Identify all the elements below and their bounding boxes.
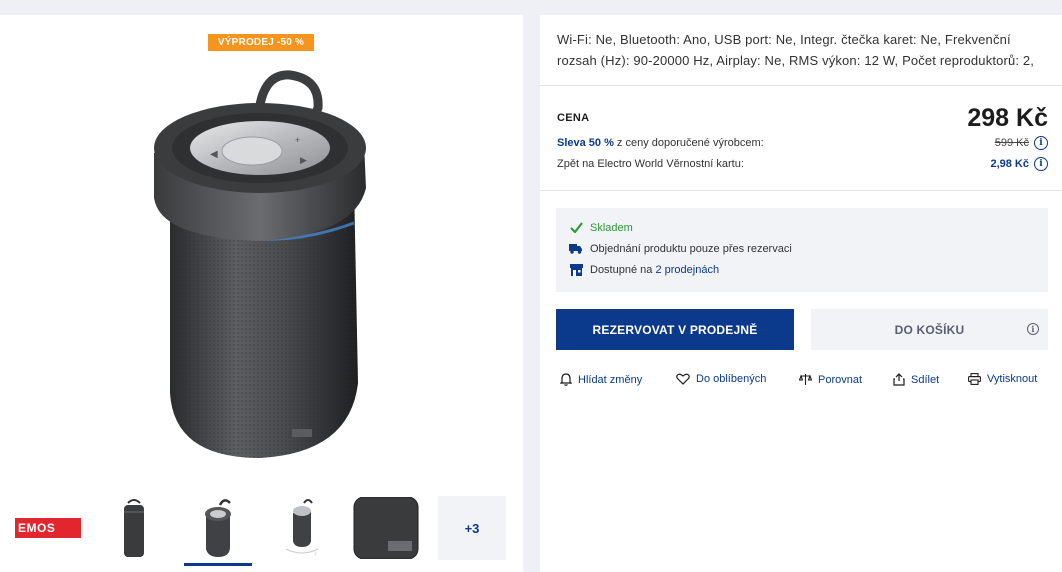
info-icon[interactable]: i: [1027, 323, 1039, 335]
reserve-in-store-button[interactable]: REZERVOVAT V PRODEJNĚ: [556, 309, 794, 350]
share-icon: [893, 373, 905, 386]
stock-status: Skladem: [556, 217, 1048, 238]
info-icon[interactable]: i: [1034, 157, 1048, 171]
price-label: CENA: [557, 112, 590, 124]
favorites-label: Do oblíbených: [696, 373, 767, 385]
watch-changes-button[interactable]: Hlídat změny: [560, 373, 642, 386]
sale-badge: VÝPRODEJ -50 %: [208, 34, 314, 51]
add-to-cart-label: DO KOŠÍKU: [894, 322, 965, 337]
thumbnail-speaker-angle[interactable]: [184, 496, 252, 566]
checkmark-icon: [568, 221, 584, 235]
svg-text:+: +: [295, 135, 300, 145]
stores-prefix: Dostupné na: [590, 263, 653, 276]
loyalty-label: Zpět na Electro World Věrnostní kartu:: [557, 158, 744, 170]
compare-button[interactable]: Porovnat: [799, 373, 862, 386]
reservation-note: Objednání produktu pouze přes rezervaci: [556, 238, 1048, 259]
product-info-panel: Wi-Fi: Ne, Bluetooth: Ano, USB port: Ne,…: [540, 15, 1062, 572]
product-gallery: VÝPRODEJ -50 % ◀ + ▶ EMOS ♪ +3: [0, 15, 523, 572]
svg-text:◀: ◀: [210, 149, 218, 160]
discount-row: Sleva 50 % z ceny doporučené výrobcem:: [557, 137, 764, 149]
discount-text: z ceny doporučené výrobcem:: [613, 137, 764, 149]
discount-highlight: Sleva 50 %: [557, 137, 614, 149]
store-icon: [568, 263, 584, 277]
divider: [540, 190, 1062, 191]
stores-link[interactable]: 2 prodejnách: [655, 264, 719, 276]
store-availability: Dostupné na 2 prodejnách: [556, 259, 1048, 280]
bell-icon: [560, 373, 572, 386]
watch-changes-label: Hlídat změny: [578, 373, 643, 386]
add-to-favorites-button[interactable]: Do oblíbených: [676, 373, 766, 385]
availability-box: Skladem Objednání produktu pouze přes re…: [556, 208, 1048, 292]
divider: [540, 85, 1062, 86]
add-to-cart-button[interactable]: DO KOŠÍKU i: [811, 309, 1048, 350]
compare-icon: [799, 374, 812, 385]
info-icon[interactable]: i: [1034, 136, 1048, 150]
printer-icon: [968, 373, 981, 385]
reservation-text: Objednání produktu pouze přes rezervaci: [590, 242, 792, 255]
print-button[interactable]: Vytisknout: [968, 373, 1037, 385]
svg-text:▶: ▶: [300, 155, 307, 165]
thumbnail-speaker-front[interactable]: [100, 496, 168, 560]
svg-text:♪: ♪: [314, 551, 317, 557]
share-button[interactable]: Sdílet: [893, 373, 939, 386]
thumbnail-speaker-sound[interactable]: ♪: [268, 496, 336, 560]
compare-label: Porovnat: [818, 373, 863, 386]
original-price: 599 Kč: [994, 137, 1029, 149]
price-value: 298 Kč: [967, 104, 1048, 132]
product-actions: Hlídat změny Do oblíbených Porovnat Sdíl…: [560, 373, 1050, 393]
loyalty-value: 2,98 Kč: [990, 158, 1029, 170]
more-images-button[interactable]: +3: [438, 496, 506, 560]
original-price-row: 599 Kč i: [995, 136, 1048, 150]
print-label: Vytisknout: [987, 373, 1038, 385]
product-specs: Wi-Fi: Ne, Bluetooth: Ano, USB port: Ne,…: [557, 32, 1035, 68]
thumbnail-brand-logo[interactable]: EMOS: [14, 496, 82, 560]
thumbnail-strip: EMOS ♪ +3: [0, 493, 523, 572]
thumbnail-speaker-detail[interactable]: [352, 496, 420, 560]
stock-label: Skladem: [590, 221, 633, 234]
emos-logo: EMOS: [15, 518, 81, 538]
heart-icon: [676, 373, 690, 385]
share-label: Sdílet: [911, 373, 940, 386]
loyalty-row: 2,98 Kč i: [990, 157, 1048, 171]
truck-icon: [568, 242, 584, 256]
product-main-image[interactable]: ◀ + ▶: [140, 63, 380, 463]
